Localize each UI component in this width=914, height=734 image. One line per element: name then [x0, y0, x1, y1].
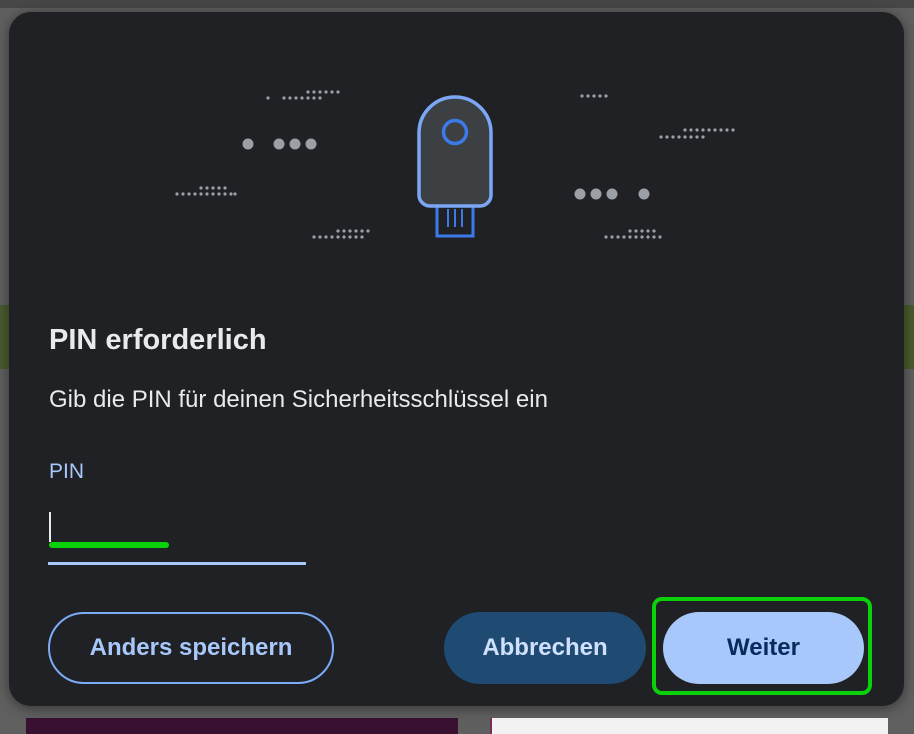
- pin-input[interactable]: [48, 508, 306, 565]
- next-button[interactable]: Weiter: [663, 612, 864, 684]
- text-caret: [49, 512, 51, 542]
- pin-field-label: PIN: [49, 460, 85, 483]
- background-panel-left: [26, 718, 458, 734]
- usb-security-key-icon: [417, 95, 493, 238]
- dot-pattern-right: [574, 94, 735, 239]
- background-panel-right: [490, 718, 888, 734]
- green-annotation-mark: [49, 542, 169, 548]
- cancel-button[interactable]: Abbrechen: [444, 612, 646, 684]
- top-bar: [0, 0, 914, 8]
- dialog-title: PIN erforderlich: [49, 324, 267, 356]
- dialog-description: Gib die PIN für deinen Sicherheitsschlüs…: [49, 386, 548, 413]
- security-key-illustration: [175, 90, 735, 239]
- pin-dialog: PIN erforderlich Gib die PIN für deinen …: [9, 12, 904, 706]
- save-other-button[interactable]: Anders speichern: [48, 612, 334, 684]
- dot-pattern-left: [175, 90, 370, 239]
- background-strip-right: [904, 305, 914, 369]
